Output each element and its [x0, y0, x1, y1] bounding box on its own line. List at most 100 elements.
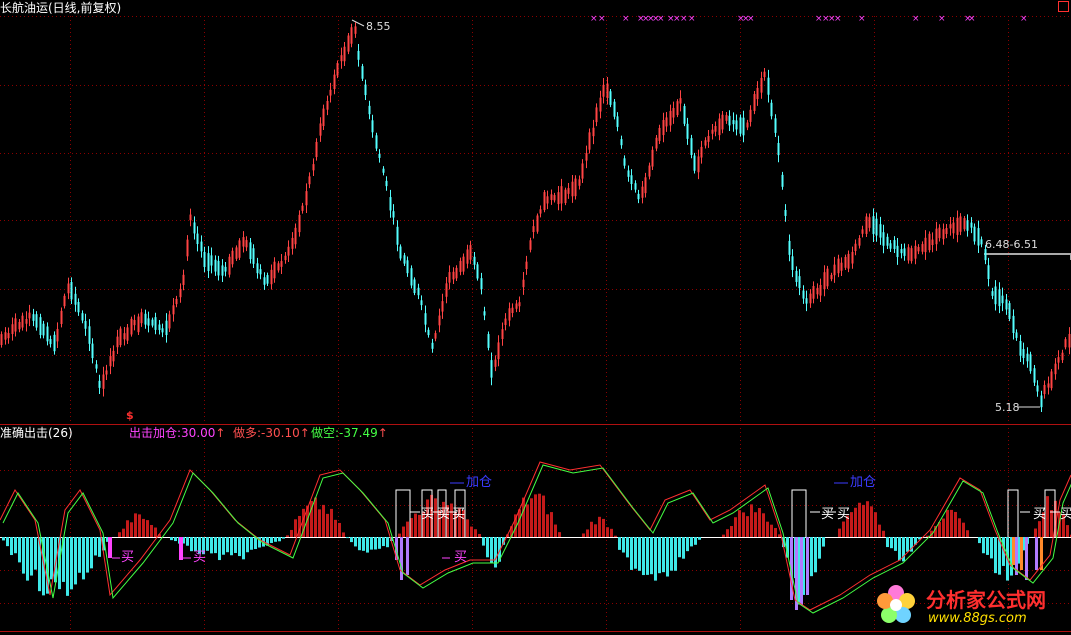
candle-body: [448, 272, 451, 283]
histogram-bar-negative: [86, 537, 89, 573]
candle-body: [256, 263, 259, 274]
candle-body: [333, 74, 336, 90]
candle-body: [1047, 383, 1050, 388]
histogram-bar-negative: [814, 537, 817, 573]
signal-x-icon: ×: [912, 14, 920, 24]
buy-annotation: 买: [821, 507, 835, 522]
candle-body: [732, 120, 735, 125]
histogram-bar-positive: [586, 529, 589, 537]
candle-body: [515, 303, 518, 309]
candle-body: [637, 193, 640, 200]
stock-title: 长航油运(日线,前复权): [0, 1, 122, 15]
candle-body: [95, 364, 98, 369]
histogram-bar-negative: [34, 537, 37, 570]
candle-body: [599, 97, 602, 112]
candle-body: [980, 239, 983, 245]
histogram-bar-positive: [610, 528, 613, 537]
candle-body: [158, 324, 161, 331]
histogram-bar-negative: [226, 537, 229, 553]
histogram-bar-negative: [74, 537, 77, 585]
histogram-bar-positive: [534, 494, 537, 537]
histogram-bar-positive: [286, 535, 289, 537]
candle-body: [683, 106, 686, 124]
candle-body: [529, 240, 532, 250]
histogram-bar-positive: [398, 533, 401, 537]
histogram-bar-positive: [470, 526, 473, 537]
candle-body: [18, 321, 21, 330]
candle-body: [665, 117, 668, 127]
histogram-bar-positive: [842, 521, 845, 537]
close-indicator-icon[interactable]: [1058, 1, 1069, 12]
histogram-bar-positive: [554, 524, 557, 537]
histogram-bar-negative: [222, 537, 225, 555]
candle-body: [88, 326, 91, 344]
candle-body: [970, 222, 973, 228]
candle-body: [641, 186, 644, 198]
candle-body: [896, 245, 899, 258]
candle-body: [721, 114, 724, 130]
histogram-bar-negative: [634, 537, 637, 569]
histogram-bar-positive: [326, 513, 329, 537]
candle-body: [0, 334, 3, 345]
candle-body: [1064, 339, 1067, 348]
candle-body: [116, 336, 119, 348]
candle-body: [658, 127, 661, 141]
candle-body: [56, 328, 59, 342]
candle-body: [592, 127, 595, 137]
candle-body: [928, 233, 931, 251]
candle-body: [798, 276, 801, 289]
histogram-bar-negative: [98, 537, 101, 557]
candle-body: [655, 137, 658, 149]
candle-body: [508, 308, 511, 321]
histogram-bar-negative: [994, 537, 997, 574]
histogram-bar-positive: [862, 504, 865, 537]
histogram-bar-positive: [550, 512, 553, 537]
histogram-bar-negative: [210, 537, 213, 554]
candle-body: [602, 84, 605, 97]
histogram-bar-positive: [138, 514, 141, 537]
candle-body: [994, 286, 997, 305]
buy-annotation: 买: [193, 550, 207, 565]
candle-body: [63, 295, 66, 307]
watermark-url: www.88gs.com: [928, 611, 1027, 626]
candle-body: [753, 94, 756, 111]
candle-body: [606, 83, 609, 99]
candle-body: [585, 153, 588, 161]
candle-body: [207, 253, 210, 271]
candle-body: [378, 153, 381, 158]
candle-body: [949, 224, 952, 229]
candle-body: [823, 272, 826, 290]
indicator-long: 做多:-30.10↑: [233, 426, 310, 440]
candle-body: [189, 214, 192, 221]
histogram-highlight-bar: [806, 537, 809, 595]
signal-x-icon: ×: [590, 14, 598, 24]
histogram-bar-negative: [990, 537, 993, 559]
candle-body: [452, 271, 455, 280]
candle-body: [889, 243, 892, 249]
range-price-label: 6.48-6.51: [985, 238, 1038, 251]
chart-canvas[interactable]: × × × ××××× ×× × × ××× × ××× × × × ×× ×: [0, 0, 1071, 635]
candle-body: [1033, 368, 1036, 383]
candle-body: [1057, 357, 1060, 363]
candle-body: [49, 339, 52, 345]
histogram-bar-negative: [890, 537, 893, 549]
candle-body: [536, 215, 539, 232]
candle-body: [620, 139, 623, 146]
candle-body: [627, 170, 630, 177]
histogram-bar-positive: [614, 535, 617, 537]
candle-body: [714, 126, 717, 132]
histogram-bar-negative: [346, 537, 349, 539]
histogram-bar-negative: [618, 537, 621, 550]
histogram-bar-positive: [950, 509, 953, 537]
candle-body: [375, 135, 378, 149]
candlestick-series: [0, 22, 1071, 412]
candle-body: [809, 293, 812, 304]
histogram-bar-negative: [374, 537, 377, 550]
candle-body: [651, 149, 654, 167]
candle-body: [1019, 341, 1022, 356]
candle-body: [945, 228, 948, 234]
histogram-bar-negative: [638, 537, 641, 571]
candle-body: [137, 316, 140, 333]
candle-body: [1054, 363, 1057, 375]
candle-body: [553, 195, 556, 201]
